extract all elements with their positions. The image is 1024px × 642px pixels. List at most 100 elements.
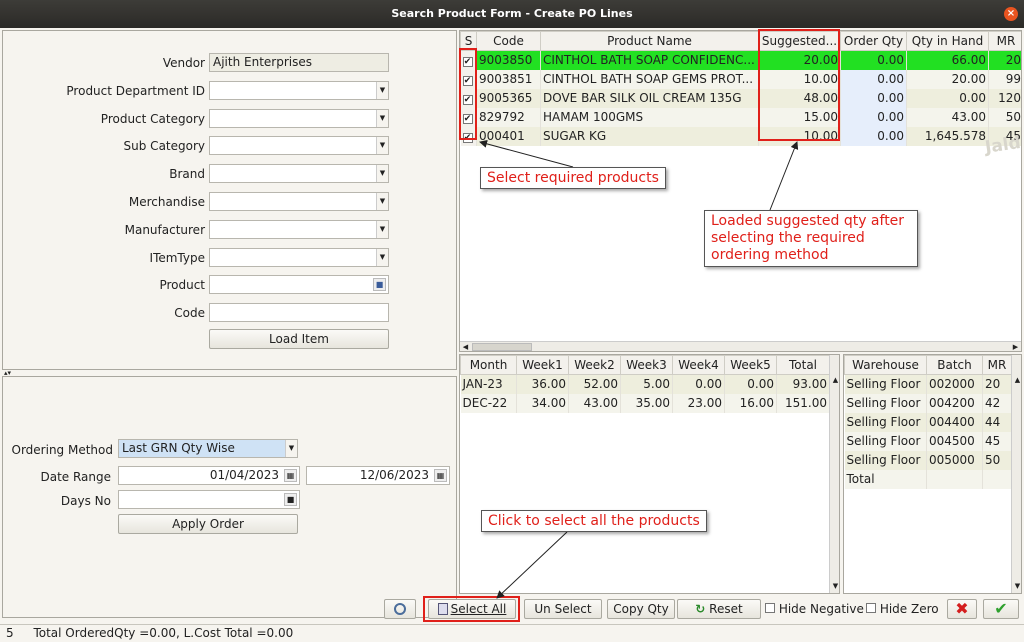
column-header[interactable]: Week2 xyxy=(568,355,621,375)
chevron-down-icon[interactable]: ▼ xyxy=(376,109,388,127)
cell-mr[interactable]: 50 xyxy=(988,107,1021,127)
search-button[interactable] xyxy=(384,599,416,619)
filter-field-code[interactable] xyxy=(209,303,389,323)
ordering-method-combo[interactable]: Last GRN Qty Wise ▼ xyxy=(118,439,298,458)
table-cell[interactable]: Selling Floor xyxy=(844,412,927,432)
calendar-icon[interactable]: ▦ xyxy=(284,469,297,482)
date-from-field[interactable]: 01/04/2023 ▦ xyxy=(118,466,300,485)
column-header[interactable]: Week1 xyxy=(516,355,569,375)
column-header[interactable]: Qty in Hand xyxy=(906,31,989,51)
lookup-icon[interactable]: ■ xyxy=(284,493,297,506)
table-row[interactable]: Selling Floor 004500 45 xyxy=(844,431,1012,451)
cell-order[interactable]: 0.00 xyxy=(840,126,907,146)
cell-mr[interactable]: 99 xyxy=(988,69,1021,89)
table-cell[interactable]: 35.00 xyxy=(620,393,673,413)
chevron-down-icon[interactable]: ▼ xyxy=(376,81,388,99)
column-header[interactable]: Week4 xyxy=(672,355,725,375)
cell-order[interactable]: 0.00 xyxy=(840,50,907,70)
scroll-left-icon[interactable]: ◀ xyxy=(460,342,471,351)
cell-name[interactable]: HAMAM 100GMS xyxy=(540,107,759,127)
chevron-down-icon[interactable]: ▼ xyxy=(376,248,388,266)
cell-hand[interactable]: 43.00 xyxy=(906,107,989,127)
table-cell[interactable]: 5.00 xyxy=(620,374,673,394)
cell-code[interactable]: 9003850 xyxy=(476,50,541,70)
filter-field-brand[interactable]: ▼ xyxy=(209,164,389,184)
table-cell[interactable]: 36.00 xyxy=(516,374,569,394)
cell-hand[interactable]: 0.00 xyxy=(906,88,989,108)
filter-field-product-department-id[interactable]: ▼ xyxy=(209,80,389,100)
stock-vertical-scrollbar[interactable]: ▲ ▼ xyxy=(1011,355,1021,593)
column-header[interactable]: Batch xyxy=(926,355,983,375)
apply-order-button[interactable]: Apply Order xyxy=(118,514,298,534)
table-cell[interactable]: 004200 xyxy=(926,393,983,413)
table-cell[interactable]: Selling Floor xyxy=(844,431,927,451)
cell-order[interactable]: 0.00 xyxy=(840,69,907,89)
cell-mr[interactable]: 120 xyxy=(988,88,1021,108)
cell-hand[interactable]: 66.00 xyxy=(906,50,989,70)
filter-field-vendor[interactable]: Ajith Enterprises xyxy=(209,53,389,72)
table-cell[interactable]: 0.00 xyxy=(672,374,725,394)
scroll-down-icon[interactable]: ▼ xyxy=(1012,581,1021,592)
table-cell[interactable] xyxy=(982,469,1012,489)
table-row[interactable]: ✔ 9003850 CINTHOL BATH SOAP CONFIDENC... 20… xyxy=(460,50,1021,70)
table-cell[interactable]: 005000 xyxy=(926,450,983,470)
table-cell[interactable]: 44 xyxy=(982,412,1012,432)
scroll-up-icon[interactable]: ▲ xyxy=(1012,375,1021,386)
table-cell[interactable]: 23.00 xyxy=(672,393,725,413)
table-row[interactable]: Selling Floor 004400 44 xyxy=(844,412,1012,432)
products-horizontal-scrollbar[interactable]: ◀ ▶ xyxy=(460,341,1021,351)
scroll-up-icon[interactable]: ▲ xyxy=(830,375,839,386)
scroll-thumb[interactable] xyxy=(472,343,532,351)
table-cell[interactable]: 20 xyxy=(982,374,1012,394)
table-cell[interactable]: 93.00 xyxy=(776,374,830,394)
table-cell[interactable]: 50 xyxy=(982,450,1012,470)
table-row[interactable]: Selling Floor 004200 42 xyxy=(844,393,1012,413)
filter-field-merchandise[interactable]: ▼ xyxy=(209,192,389,211)
date-to-field[interactable]: 12/06/2023 ▦ xyxy=(306,466,450,485)
chevron-down-icon[interactable]: ▼ xyxy=(376,193,388,210)
cell-hand[interactable]: 20.00 xyxy=(906,69,989,89)
table-cell[interactable]: 16.00 xyxy=(724,393,777,413)
table-cell[interactable]: JAN-23 xyxy=(460,374,517,394)
reset-button[interactable]: ↻ Reset xyxy=(677,599,761,619)
table-cell[interactable]: Selling Floor xyxy=(844,393,927,413)
table-cell[interactable]: 42 xyxy=(982,393,1012,413)
close-icon[interactable]: × xyxy=(1004,7,1018,21)
cell-order[interactable]: 0.00 xyxy=(840,107,907,127)
column-header[interactable]: Week3 xyxy=(620,355,673,375)
chevron-down-icon[interactable]: ▼ xyxy=(376,137,388,155)
table-row[interactable]: ✔ 9005365 DOVE BAR SILK OIL CREAM 135G 48.0… xyxy=(460,88,1021,108)
column-header[interactable]: Order Qty xyxy=(840,31,907,51)
cell-order[interactable]: 0.00 xyxy=(840,88,907,108)
scroll-right-icon[interactable]: ▶ xyxy=(1010,342,1021,351)
table-cell[interactable]: 45 xyxy=(982,431,1012,451)
cell-name[interactable]: CINTHOL BATH SOAP GEMS PROT... xyxy=(540,69,759,89)
column-header[interactable]: Warehouse xyxy=(844,355,927,375)
filter-field-product[interactable]: ■ xyxy=(209,275,389,295)
cancel-button[interactable]: ✖ xyxy=(947,599,977,619)
copy-qty-button[interactable]: Copy Qty xyxy=(607,599,675,619)
table-cell[interactable]: DEC-22 xyxy=(460,393,517,413)
column-header[interactable]: MR xyxy=(988,31,1021,51)
table-cell[interactable]: 43.00 xyxy=(568,393,621,413)
cell-name[interactable]: CINTHOL BATH SOAP CONFIDENC... xyxy=(540,50,759,70)
filter-field-itemtype[interactable]: ▼ xyxy=(209,247,389,267)
days-no-field[interactable]: ■ xyxy=(118,490,300,509)
table-row[interactable]: Total xyxy=(844,469,1012,489)
hide-zero-toggle[interactable]: Hide Zero xyxy=(866,602,939,616)
table-cell[interactable]: 34.00 xyxy=(516,393,569,413)
table-cell[interactable]: 002000 xyxy=(926,374,983,394)
table-cell[interactable] xyxy=(926,469,983,489)
table-cell[interactable]: Selling Floor xyxy=(844,374,927,394)
table-row[interactable]: ✔ 000401 SUGAR KG 10.00 0.00 1,645.578 45 xyxy=(460,126,1021,146)
filter-field-product-category[interactable]: ▼ xyxy=(209,108,389,128)
table-cell[interactable]: Selling Floor xyxy=(844,450,927,470)
table-cell[interactable]: 004400 xyxy=(926,412,983,432)
column-header[interactable]: Month xyxy=(460,355,517,375)
filter-field-manufacturer[interactable]: ▼ xyxy=(209,219,389,239)
cell-name[interactable]: SUGAR KG xyxy=(540,126,759,146)
cell-code[interactable]: 9003851 xyxy=(476,69,541,89)
table-cell[interactable]: 0.00 xyxy=(724,374,777,394)
sales-vertical-scrollbar[interactable]: ▲ ▼ xyxy=(829,355,839,593)
table-cell[interactable]: 151.00 xyxy=(776,393,830,413)
